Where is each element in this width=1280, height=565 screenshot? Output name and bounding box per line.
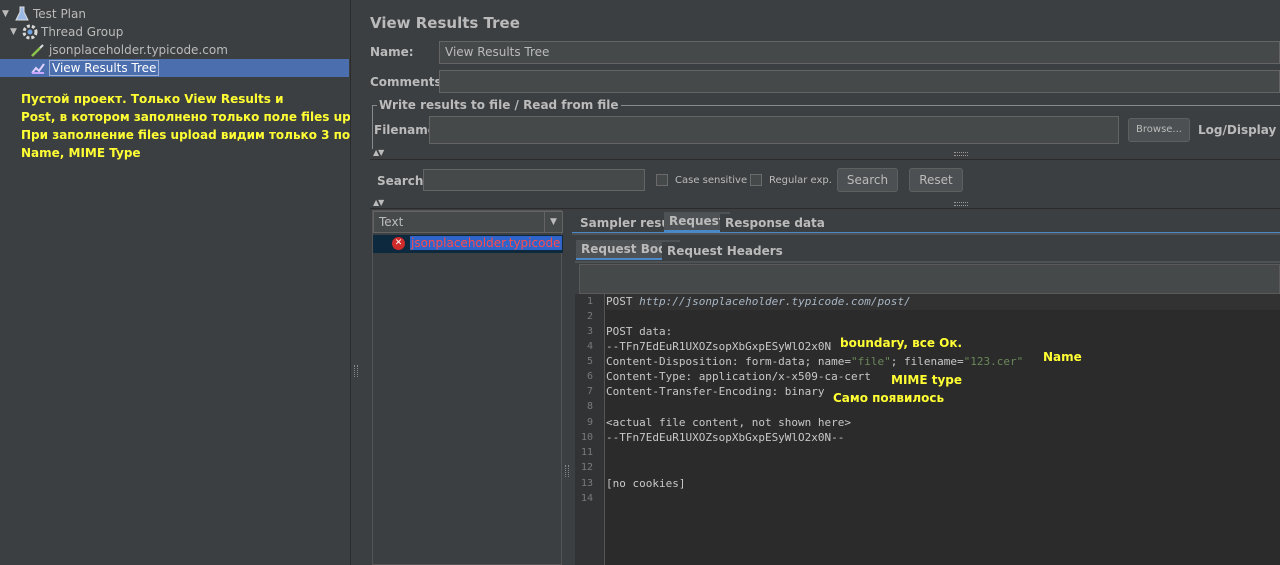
tree-item-label: Test Plan [33,7,86,21]
collapse-arrow-icon[interactable]: ▼ [2,9,12,19]
collapse-arrows-icon[interactable]: ▲▼ [373,148,384,157]
tree-item-label: jsonplaceholder.typicode.com [49,43,228,57]
annotation-mime: MIME type [891,373,963,387]
divider [370,159,1280,160]
filename-field[interactable] [429,116,1119,144]
tab-underline [572,232,1280,235]
line-number: 13 [580,478,593,489]
line-number: 10 [580,432,593,443]
test-plan-tree[interactable]: ▼ Test Plan ▼ Thread Group jsonplacehold… [0,0,384,565]
code-line-3: POST data: [606,325,673,338]
annotation-auto: Само появилось [833,391,945,405]
listener-panel: View Results Tree Name: View Results Tre… [360,0,1280,565]
sample-results-list[interactable]: Text ▼ ✕ jsonplaceholder.typicode.com [372,210,563,565]
browse-button[interactable]: Browse... [1128,118,1190,142]
regular-exp-label: Regular exp. [769,175,832,186]
code-line-4: --TFn7EdEuR1UXOZsopXbGxpESyWlO2x0N [606,340,832,353]
code-line-9: <actual file content, not shown here> [606,416,852,429]
chart-listener-icon [31,63,45,74]
tree-item-thread-group[interactable]: ▼ Thread Group [10,23,123,41]
line-number: 6 [586,371,593,382]
line-number: 1 [586,296,593,307]
comments-label: Comments: [370,75,447,89]
splitter-grip-icon[interactable] [565,465,569,477]
code-line-7: Content-Transfer-Encoding: binary [606,385,825,398]
drag-handle-icon[interactable] [954,202,968,206]
write-results-legend: Write results to file / Read from file [377,98,621,112]
tree-item-label: View Results Tree [49,60,160,76]
regular-exp-checkbox[interactable] [750,174,762,186]
list-item[interactable]: ✕ jsonplaceholder.typicode.com [373,235,563,253]
line-number: 2 [586,311,593,322]
line-number: 9 [586,417,593,428]
collapse-arrow-icon[interactable]: ▼ [10,27,20,37]
code-string: "file" [851,355,891,368]
subtab-underline [575,261,1280,263]
line-number: 12 [580,462,593,473]
code-line-10: --TFn7EdEuR1UXOZsopXbGxpESyWlO2x0N-- [606,431,845,444]
note-line-4: Name, MIME Type [21,146,141,160]
results-splitter[interactable] [562,210,572,565]
log-display-label: Log/Display Onl [1198,123,1280,137]
tab-request-headers[interactable]: Request Headers [662,242,788,262]
splitter-grip-icon[interactable] [354,365,358,377]
case-sensitive-label: Case sensitive [675,175,748,186]
pipette-icon [31,44,44,57]
chevron-down-icon[interactable]: ▼ [544,212,562,232]
tree-item-view-results-tree[interactable]: View Results Tree [0,59,349,77]
line-number: 8 [586,401,593,412]
line-number: 14 [580,493,593,504]
collapse-arrows-icon[interactable]: ▲▼ [373,198,384,207]
renderer-select-value: Text [379,215,404,229]
tree-item-sampler[interactable]: jsonplaceholder.typicode.com [28,41,228,59]
divider [370,208,1280,209]
search-input[interactable] [423,169,645,191]
code-line-5: Content-Disposition: form-data; name="fi… [606,355,1023,368]
case-sensitive-checkbox[interactable] [656,174,668,186]
line-number: 5 [586,356,593,367]
request-body-viewer[interactable]: 1 2 3 4 5 6 7 8 9 10 11 12 13 14 POST ht… [575,294,1280,565]
code-line-6: Content-Type: application/x-x509-ca-cert [606,370,871,383]
reset-button[interactable]: Reset [909,168,963,192]
drag-handle-icon[interactable] [954,152,968,156]
code-line-1: POST http://jsonplaceholder.typicode.com… [606,295,911,308]
line-number: 11 [580,447,593,458]
search-label: Search: [377,174,429,188]
tab-response-data[interactable]: Response data [720,214,830,234]
search-button[interactable]: Search [837,168,898,192]
tree-item-test-plan[interactable]: ▼ Test Plan [2,5,86,23]
name-field[interactable]: View Results Tree [439,41,1280,64]
note-line-2: Post, в котором заполнено только поле fi… [21,110,385,124]
result-item-label: jsonplaceholder.typicode.com [410,236,562,250]
line-number: 7 [586,386,593,397]
renderer-select[interactable]: Text ▼ [373,211,563,233]
main-splitter[interactable] [350,0,360,565]
filename-label: Filename [374,123,436,137]
code-text: ; filename= [890,355,964,368]
flask-icon [15,6,29,21]
comments-field[interactable] [439,70,1280,93]
line-number-gutter: 1 2 3 4 5 6 7 8 9 10 11 12 13 14 [575,294,605,565]
request-url: http://jsonplaceholder.typicode.com/post… [639,295,911,308]
code-line-13: [no cookies] [606,477,686,490]
request-toolbar [579,264,1280,294]
error-shield-icon: ✕ [392,237,405,250]
note-line-1: Пустой проект. Только View Results и [21,92,284,106]
tree-item-label: Thread Group [41,25,124,39]
code-text: Content-Disposition: form-data; name= [606,355,852,368]
gear-icon [22,24,38,40]
note-line-3: При заполнение files upload видим только… [21,128,367,142]
page-title: View Results Tree [370,14,520,32]
name-label: Name: [370,45,414,59]
line-number: 4 [586,341,593,352]
annotation-boundary: boundary, все Ок. [840,336,963,350]
http-method: POST [606,295,640,308]
annotation-name: Name [1043,350,1082,364]
line-number: 3 [586,326,593,337]
code-string: "123.cer" [963,355,1024,368]
